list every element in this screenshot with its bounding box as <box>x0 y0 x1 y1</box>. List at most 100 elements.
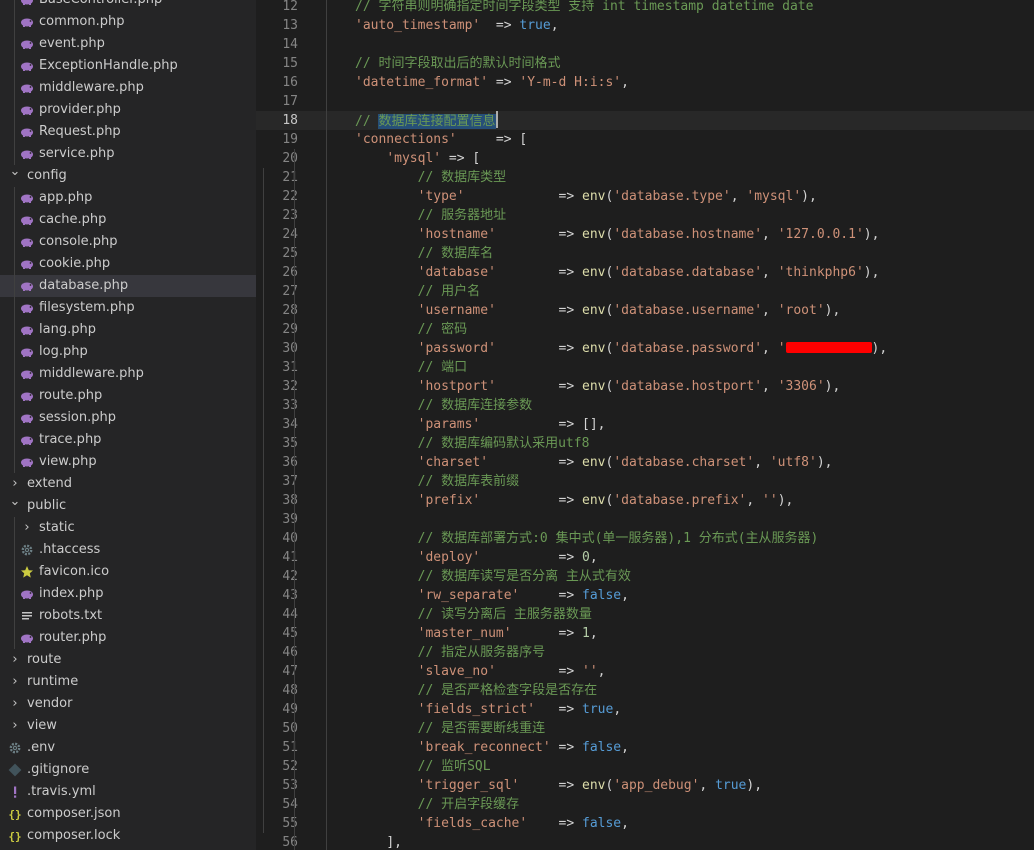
tree-file[interactable]: .travis.yml <box>0 781 256 803</box>
tree-file[interactable]: robots.txt <box>0 605 256 627</box>
tree-file[interactable]: lang.php <box>0 319 256 341</box>
tree-file[interactable]: cookie.php <box>0 253 256 275</box>
code-line[interactable]: 34'params' => [], <box>256 415 1034 434</box>
tree-file[interactable]: service.php <box>0 143 256 165</box>
code-line[interactable]: 42// 数据库读写是否分离 主从式有效 <box>256 567 1034 586</box>
code-line[interactable]: 22'type' => env('database.type', 'mysql'… <box>256 187 1034 206</box>
indent-guide <box>325 472 327 491</box>
code-line[interactable]: 30'password' => env('database.password',… <box>256 339 1034 358</box>
code-line[interactable]: 51'break_reconnect' => false, <box>256 738 1034 757</box>
code-line[interactable]: 43'rw_separate' => false, <box>256 586 1034 605</box>
code-line[interactable]: 31// 端口 <box>256 358 1034 377</box>
svg-text:{}: {} <box>8 830 21 843</box>
tree-file[interactable]: route.php <box>0 385 256 407</box>
code-text: // 数据库类型 <box>418 168 506 187</box>
chevron-right-icon[interactable]: › <box>8 693 22 715</box>
chevron-right-icon[interactable]: › <box>8 671 22 693</box>
tree-folder[interactable]: ⌄ config <box>0 164 256 187</box>
code-line[interactable]: 53'trigger_sql' => env('app_debug', true… <box>256 776 1034 795</box>
code-line[interactable]: 12 // 字符串则明确指定时间字段类型 支持 int timestamp dat… <box>256 0 1034 16</box>
code-line[interactable]: 47'slave_no' => '', <box>256 662 1034 681</box>
code-line[interactable]: 40// 数据库部署方式:0 集中式(单一服务器),1 分布式(主从服务器) <box>256 529 1034 548</box>
code-line[interactable]: 21// 数据库类型 <box>256 168 1034 187</box>
code-line[interactable]: 19 'connections' => [ <box>256 130 1034 149</box>
chevron-down-icon[interactable]: ⌄ <box>8 491 22 513</box>
tree-file[interactable]: common.php <box>0 11 256 33</box>
tree-file[interactable]: filesystem.php <box>0 297 256 319</box>
code-line[interactable]: 48// 是否严格检查字段是否存在 <box>256 681 1034 700</box>
chevron-right-icon[interactable]: › <box>8 649 22 671</box>
code-line[interactable]: 52// 监听SQL <box>256 757 1034 776</box>
code-line[interactable]: 27// 用户名 <box>256 282 1034 301</box>
code-line[interactable]: 39 <box>256 510 1034 529</box>
indent-guide <box>325 681 327 700</box>
code-line[interactable]: 37// 数据库表前缀 <box>256 472 1034 491</box>
tree-file[interactable]: .env <box>0 737 256 759</box>
code-line[interactable]: 18 // 数据库连接配置信息 <box>256 111 1034 130</box>
code-token: 'root' <box>777 303 825 318</box>
tree-file[interactable]: database.php <box>0 275 256 297</box>
tree-folder[interactable]: › view <box>0 715 256 737</box>
tree-file[interactable]: app.php <box>0 187 256 209</box>
chevron-right-icon[interactable]: › <box>8 715 22 737</box>
code-line[interactable]: 38'prefix' => env('database.prefix', '')… <box>256 491 1034 510</box>
code-line[interactable]: 46// 指定从服务器序号 <box>256 643 1034 662</box>
code-line[interactable]: 17 <box>256 92 1034 111</box>
tree-file[interactable]: {} composer.lock <box>0 825 256 847</box>
code-line[interactable]: 54// 开启字段缓存 <box>256 795 1034 814</box>
tree-folder[interactable]: › runtime <box>0 671 256 693</box>
code-line[interactable]: 20 'mysql' => [ <box>256 149 1034 168</box>
code-line[interactable]: 13 'auto_timestamp' => true, <box>256 16 1034 35</box>
code-line[interactable]: 49'fields_strict' => true, <box>256 700 1034 719</box>
tree-folder[interactable]: › static <box>0 517 256 539</box>
code-line[interactable]: 41'deploy' => 0, <box>256 548 1034 567</box>
code-line[interactable]: 44// 读写分离后 主服务器数量 <box>256 605 1034 624</box>
tree-file[interactable]: {} composer.json <box>0 803 256 825</box>
code-line[interactable]: 45'master_num' => 1, <box>256 624 1034 643</box>
code-line[interactable]: 33// 数据库连接参数 <box>256 396 1034 415</box>
code-token: 1 <box>582 626 590 641</box>
tree-file[interactable]: router.php <box>0 627 256 649</box>
tree-file[interactable]: middleware.php <box>0 77 256 99</box>
tree-file[interactable]: Request.php <box>0 121 256 143</box>
tree-file[interactable]: view.php <box>0 451 256 473</box>
tree-folder[interactable]: › vendor <box>0 693 256 715</box>
tree-file[interactable]: index.php <box>0 583 256 605</box>
tree-file[interactable]: middleware.php <box>0 363 256 385</box>
tree-file[interactable]: .htaccess <box>0 539 256 561</box>
code-token: // 开启字段缓存 <box>417 797 520 812</box>
code-line[interactable]: 32'hostport' => env('database.hostport',… <box>256 377 1034 396</box>
tree-file[interactable]: BaseController.php <box>0 0 256 11</box>
tree-file[interactable]: ExceptionHandle.php <box>0 55 256 77</box>
tree-folder[interactable]: ⌄ public <box>0 494 256 517</box>
tree-folder[interactable]: › extend <box>0 473 256 495</box>
tree-file[interactable]: .gitignore <box>0 759 256 781</box>
code-line[interactable]: 15 // 时间字段取出后的默认时间格式 <box>256 54 1034 73</box>
tree-file[interactable]: event.php <box>0 33 256 55</box>
tree-file[interactable]: log.php <box>0 341 256 363</box>
code-token: 'database.prefix' <box>613 493 747 508</box>
chevron-right-icon[interactable]: › <box>20 517 34 539</box>
code-line[interactable]: 23// 服务器地址 <box>256 206 1034 225</box>
tree-file[interactable]: trace.php <box>0 429 256 451</box>
code-line[interactable]: 35// 数据库编码默认采用utf8 <box>256 434 1034 453</box>
code-line[interactable]: 55'fields_cache' => false, <box>256 814 1034 833</box>
code-line[interactable]: 56], <box>256 833 1034 850</box>
tree-file[interactable]: favicon.ico <box>0 561 256 583</box>
code-line[interactable]: 36'charset' => env('database.charset', '… <box>256 453 1034 472</box>
tree-file[interactable]: session.php <box>0 407 256 429</box>
code-line[interactable]: 24'hostname' => env('database.hostname',… <box>256 225 1034 244</box>
code-line[interactable]: 28'username' => env('database.username',… <box>256 301 1034 320</box>
tree-folder[interactable]: › route <box>0 649 256 671</box>
tree-file[interactable]: cache.php <box>0 209 256 231</box>
code-line[interactable]: 14 <box>256 35 1034 54</box>
code-editor[interactable]: 12 // 字符串则明确指定时间字段类型 支持 int timestamp dat… <box>256 0 1034 850</box>
chevron-down-icon[interactable]: ⌄ <box>8 161 22 183</box>
code-line[interactable]: 16 'datetime_format' => 'Y-m-d H:i:s', <box>256 73 1034 92</box>
code-line[interactable]: 26'database' => env('database.database',… <box>256 263 1034 282</box>
tree-file[interactable]: console.php <box>0 231 256 253</box>
code-line[interactable]: 25// 数据库名 <box>256 244 1034 263</box>
tree-file[interactable]: provider.php <box>0 99 256 121</box>
code-line[interactable]: 50// 是否需要断线重连 <box>256 719 1034 738</box>
code-line[interactable]: 29// 密码 <box>256 320 1034 339</box>
